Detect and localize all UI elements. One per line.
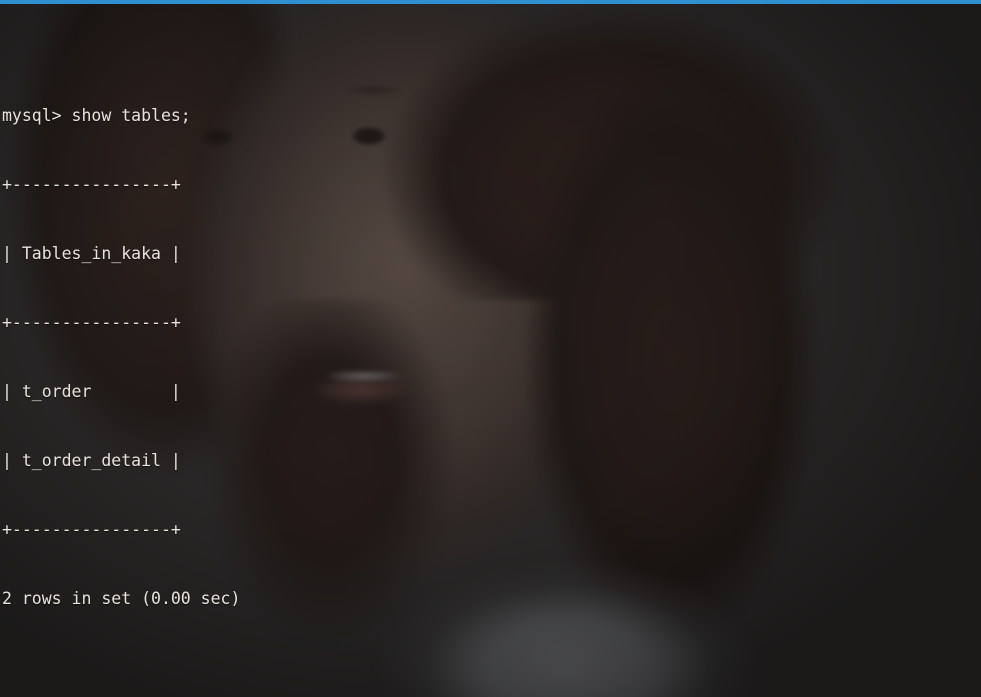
- window-accent-strip: [0, 0, 981, 4]
- table-row: | t_order_detail |: [2, 451, 181, 470]
- command-line-show-tables: mysql> show tables;: [2, 106, 191, 125]
- table-separator-bottom: +----------------+: [2, 520, 181, 539]
- table-header-row: | Tables_in_kaka |: [2, 244, 181, 263]
- terminal-window[interactable]: mysql> show tables; +----------------+ |…: [0, 0, 981, 697]
- table-separator-top: +----------------+: [2, 175, 181, 194]
- table-separator-mid: +----------------+: [2, 313, 181, 332]
- status-line-rows-in-set: 2 rows in set (0.00 sec): [2, 589, 241, 608]
- table-row: | t_order |: [2, 382, 181, 401]
- terminal-output[interactable]: mysql> show tables; +----------------+ |…: [0, 0, 548, 697]
